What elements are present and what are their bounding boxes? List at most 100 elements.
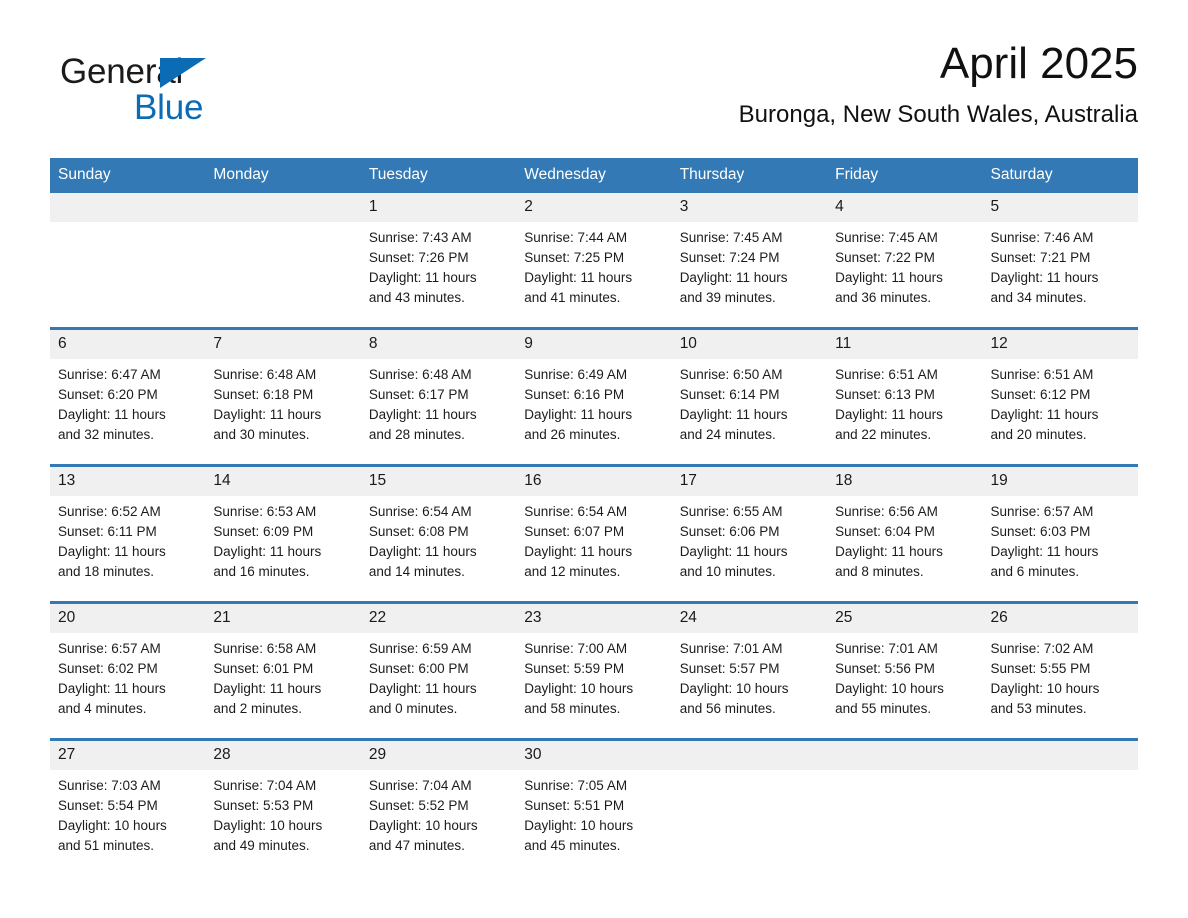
weekday-header-saturday: Saturday bbox=[990, 166, 1053, 183]
day-cell-6[interactable]: Sunrise: 6:47 AM Sunset: 6:20 PM Daylight:… bbox=[50, 359, 205, 455]
sunrise-text: Sunrise: 6:49 AM bbox=[524, 367, 628, 382]
day-number-14[interactable]: 14 bbox=[205, 467, 360, 496]
day-number-8[interactable]: 8 bbox=[361, 330, 516, 359]
day-number-12[interactable]: 12 bbox=[983, 330, 1138, 359]
sunset-text: Sunset: 6:18 PM bbox=[213, 387, 314, 402]
day-number-25[interactable]: 25 bbox=[827, 604, 982, 633]
day-number-26[interactable]: 26 bbox=[983, 604, 1138, 633]
day-cell-27[interactable]: Sunrise: 7:03 AM Sunset: 5:54 PM Daylight:… bbox=[50, 770, 205, 866]
daylight-text-cont: and 26 minutes. bbox=[524, 427, 621, 442]
day-number-10[interactable]: 10 bbox=[672, 330, 827, 359]
day-cell-17[interactable]: Sunrise: 6:55 AM Sunset: 6:06 PM Daylight:… bbox=[672, 496, 827, 592]
day-cell-8[interactable]: Sunrise: 6:48 AM Sunset: 6:17 PM Daylight:… bbox=[361, 359, 516, 455]
day-number-11[interactable]: 11 bbox=[827, 330, 982, 359]
day-cell-7[interactable]: Sunrise: 6:48 AM Sunset: 6:18 PM Daylight:… bbox=[205, 359, 360, 455]
day-cell-23[interactable]: Sunrise: 7:00 AM Sunset: 5:59 PM Daylight:… bbox=[516, 633, 671, 729]
daylight-text-cont: and 47 minutes. bbox=[368, 838, 465, 853]
day-cell-5[interactable]: Sunrise: 7:46 AM Sunset: 7:21 PM Daylight:… bbox=[983, 222, 1138, 318]
day-number-23[interactable]: 23 bbox=[516, 604, 671, 633]
day-cell-26[interactable]: Sunrise: 7:02 AM Sunset: 5:55 PM Daylight:… bbox=[983, 633, 1138, 729]
day-number-19[interactable]: 19 bbox=[983, 467, 1138, 496]
day-number-5[interactable]: 5 bbox=[983, 193, 1138, 222]
day-number-18[interactable]: 18 bbox=[827, 467, 982, 496]
day-cell-21[interactable]: Sunrise: 6:58 AM Sunset: 6:01 PM Daylight:… bbox=[205, 633, 360, 729]
day-number-29[interactable]: 29 bbox=[361, 741, 516, 770]
day-number-16[interactable]: 16 bbox=[516, 467, 671, 496]
day-cell-28[interactable]: Sunrise: 7:04 AM Sunset: 5:53 PM Daylight:… bbox=[205, 770, 360, 866]
sunrise-text: Sunrise: 7:46 AM bbox=[990, 230, 1094, 245]
day-number-21[interactable]: 21 bbox=[205, 604, 360, 633]
daylight-text: Daylight: 10 hours bbox=[368, 818, 478, 833]
daylight-text: Daylight: 11 hours bbox=[990, 407, 1099, 422]
daylight-text: Daylight: 11 hours bbox=[990, 544, 1099, 559]
weekday-header-row: Sunday Monday Tuesday Wednesday Thursday Frid… bbox=[50, 158, 1138, 193]
day-cell-25[interactable]: Sunrise: 7:01 AM Sunset: 5:56 PM Daylight:… bbox=[827, 633, 982, 729]
page-subtitle: Buronga, New South Wales, Australia bbox=[738, 101, 1138, 128]
day-cell-13[interactable]: Sunrise: 6:52 AM Sunset: 6:11 PM Daylight:… bbox=[50, 496, 205, 592]
day-number-28[interactable]: 28 bbox=[205, 741, 360, 770]
page-title: April 2025 bbox=[939, 39, 1138, 88]
sunset-text: Sunset: 7:21 PM bbox=[990, 250, 1091, 265]
day-number-7[interactable]: 7 bbox=[205, 330, 360, 359]
day-number-1[interactable]: 1 bbox=[361, 193, 516, 222]
day-cell-14[interactable]: Sunrise: 6:53 AM Sunset: 6:09 PM Daylight:… bbox=[205, 496, 360, 592]
daylight-text: Daylight: 11 hours bbox=[835, 544, 943, 559]
day-number-strip: 6 7 8 9 10 11 12 bbox=[50, 330, 1138, 359]
day-cell-1[interactable]: Sunrise: 7:43 AM Sunset: 7:26 PM Daylight:… bbox=[361, 222, 516, 318]
sunset-text: Sunset: 6:04 PM bbox=[835, 524, 935, 539]
sunset-text: Sunset: 6:03 PM bbox=[990, 524, 1091, 539]
day-number-24[interactable]: 24 bbox=[672, 604, 827, 633]
day-cell-16[interactable]: Sunrise: 6:54 AM Sunset: 6:07 PM Daylight:… bbox=[516, 496, 671, 592]
day-cell-30[interactable]: Sunrise: 7:05 AM Sunset: 5:51 PM Daylight:… bbox=[516, 770, 671, 866]
daylight-text: Daylight: 11 hours bbox=[835, 270, 943, 285]
day-cell-3[interactable]: Sunrise: 7:45 AM Sunset: 7:24 PM Daylight:… bbox=[672, 222, 827, 318]
sunset-text: Sunset: 6:07 PM bbox=[524, 524, 625, 539]
day-cell-29[interactable]: Sunrise: 7:04 AM Sunset: 5:52 PM Daylight:… bbox=[361, 770, 516, 866]
daylight-text: Daylight: 11 hours bbox=[368, 544, 477, 559]
sunset-text: Sunset: 6:20 PM bbox=[58, 387, 158, 402]
day-detail-strip: Sunrise: 7:03 AM Sunset: 5:54 PM Daylight:… bbox=[50, 770, 1138, 866]
day-cell-9[interactable]: Sunrise: 6:49 AM Sunset: 6:16 PM Daylight:… bbox=[516, 359, 671, 455]
day-cell-empty bbox=[205, 222, 360, 318]
day-cell-20[interactable]: Sunrise: 6:57 AM Sunset: 6:02 PM Daylight:… bbox=[50, 633, 205, 729]
day-cell-15[interactable]: Sunrise: 6:54 AM Sunset: 6:08 PM Daylight:… bbox=[361, 496, 516, 592]
sunrise-text: Sunrise: 7:00 AM bbox=[524, 641, 628, 656]
day-number-22[interactable]: 22 bbox=[361, 604, 516, 633]
day-number-3[interactable]: 3 bbox=[672, 193, 827, 222]
day-cell-22[interactable]: Sunrise: 6:59 AM Sunset: 6:00 PM Daylight:… bbox=[361, 633, 516, 729]
day-cell-12[interactable]: Sunrise: 6:51 AM Sunset: 6:12 PM Daylight:… bbox=[983, 359, 1138, 455]
day-number-27[interactable]: 27 bbox=[50, 741, 205, 770]
day-number-15[interactable]: 15 bbox=[361, 467, 516, 496]
day-cell-19[interactable]: Sunrise: 6:57 AM Sunset: 6:03 PM Daylight:… bbox=[983, 496, 1138, 592]
general-blue-logo[interactable]: General Blue bbox=[60, 52, 320, 130]
day-cell-24[interactable]: Sunrise: 7:01 AM Sunset: 5:57 PM Daylight:… bbox=[672, 633, 827, 729]
sunset-text: Sunset: 6:00 PM bbox=[368, 661, 469, 676]
day-cell-18[interactable]: Sunrise: 6:56 AM Sunset: 6:04 PM Daylight:… bbox=[827, 496, 982, 592]
daylight-text: Daylight: 11 hours bbox=[213, 544, 322, 559]
day-cell-11[interactable]: Sunrise: 6:51 AM Sunset: 6:13 PM Daylight:… bbox=[827, 359, 982, 455]
day-number-4[interactable]: 4 bbox=[827, 193, 982, 222]
sunrise-text: Sunrise: 7:01 AM bbox=[679, 641, 783, 656]
day-number-13[interactable]: 13 bbox=[50, 467, 205, 496]
daylight-text-cont: and 16 minutes. bbox=[213, 564, 310, 579]
day-number-strip: 13 14 15 16 17 18 19 bbox=[50, 467, 1138, 496]
day-number-30[interactable]: 30 bbox=[516, 741, 671, 770]
day-number-6[interactable]: 6 bbox=[50, 330, 205, 359]
sunrise-text: Sunrise: 7:01 AM bbox=[835, 641, 938, 656]
daylight-text: Daylight: 10 hours bbox=[835, 681, 944, 696]
day-number-9[interactable]: 9 bbox=[516, 330, 671, 359]
day-cell-2[interactable]: Sunrise: 7:44 AM Sunset: 7:25 PM Daylight:… bbox=[516, 222, 671, 318]
weekday-header-sunday: Sunday bbox=[58, 166, 111, 183]
day-cell-4[interactable]: Sunrise: 7:45 AM Sunset: 7:22 PM Daylight:… bbox=[827, 222, 982, 318]
day-number-20[interactable]: 20 bbox=[50, 604, 205, 633]
sunset-text: Sunset: 5:56 PM bbox=[835, 661, 935, 676]
day-cell-10[interactable]: Sunrise: 6:50 AM Sunset: 6:14 PM Daylight:… bbox=[672, 359, 827, 455]
sunrise-text: Sunrise: 7:05 AM bbox=[524, 778, 628, 793]
sunset-text: Sunset: 6:01 PM bbox=[213, 661, 314, 676]
day-number-2[interactable]: 2 bbox=[516, 193, 671, 222]
day-number-17[interactable]: 17 bbox=[672, 467, 827, 496]
daylight-text-cont: and 41 minutes. bbox=[524, 290, 621, 305]
sunrise-text: Sunrise: 7:45 AM bbox=[835, 230, 938, 245]
day-number-strip: 20 21 22 23 24 25 26 bbox=[50, 604, 1138, 633]
daylight-text: Daylight: 10 hours bbox=[524, 681, 634, 696]
